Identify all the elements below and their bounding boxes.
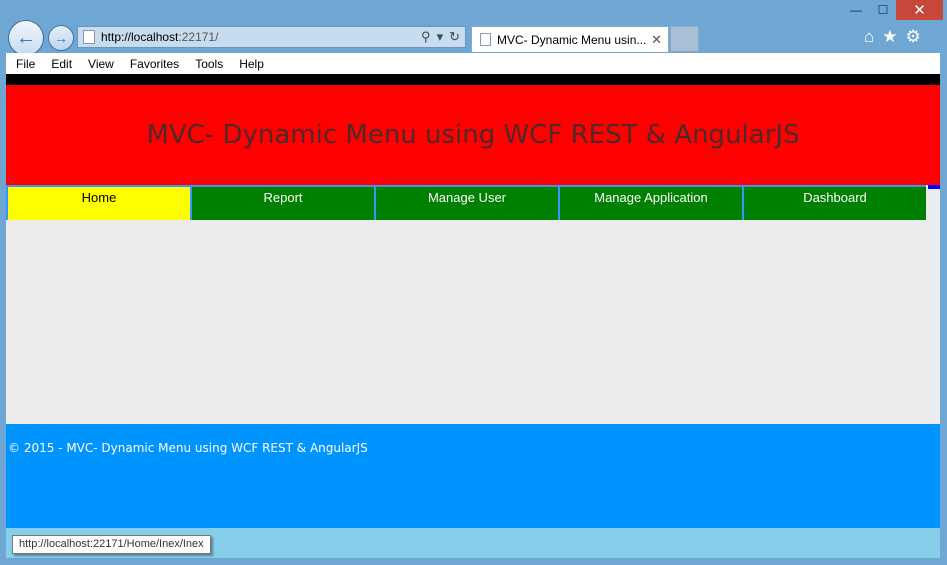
menu-bar: File Edit View Favorites Tools Help xyxy=(6,53,940,74)
new-tab-button[interactable] xyxy=(670,26,699,52)
browser-tab[interactable]: MVC- Dynamic Menu usin... ✕ xyxy=(471,26,669,52)
footer-text: © 2015 - MVC- Dynamic Menu using WCF RES… xyxy=(8,441,368,455)
browser-chrome: — ☐ ✕ ← → http://localhost:22171/ ⚲ ▾ ↻ … xyxy=(0,0,947,56)
back-arrow-icon: ← xyxy=(16,26,36,49)
status-bar: http://localhost:22171/Home/Inex/Inex xyxy=(6,528,940,558)
nav-item-dashboard[interactable]: Dashboard xyxy=(742,185,926,220)
url-path: :22171/ xyxy=(178,30,219,44)
menu-edit[interactable]: Edit xyxy=(43,57,80,71)
favorites-star-icon[interactable]: ★ xyxy=(882,27,897,47)
tab-page-icon xyxy=(480,33,491,46)
settings-gear-icon[interactable]: ⚙ xyxy=(906,27,921,47)
site-footer: © 2015 - MVC- Dynamic Menu using WCF RES… xyxy=(6,424,940,528)
home-icon[interactable]: ⌂ xyxy=(864,27,874,47)
menu-help[interactable]: Help xyxy=(231,57,272,71)
menu-favorites[interactable]: Favorites xyxy=(122,57,187,71)
page-icon xyxy=(83,30,95,44)
main-nav: Home Report Manage User Manage Applicati… xyxy=(6,185,940,220)
nav-item-manage-application[interactable]: Manage Application xyxy=(558,185,742,220)
top-black-bar xyxy=(6,74,940,85)
maximize-button[interactable]: ☐ xyxy=(870,0,896,20)
site-header: MVC- Dynamic Menu using WCF REST & Angul… xyxy=(6,85,940,185)
nav-item-home[interactable]: Home xyxy=(6,185,190,220)
menu-tools[interactable]: Tools xyxy=(187,57,231,71)
nav-item-report[interactable]: Report xyxy=(190,185,374,220)
nav-edge-strip xyxy=(928,185,940,189)
forward-arrow-icon: → xyxy=(54,30,68,46)
tab-title: MVC- Dynamic Menu usin... xyxy=(497,32,647,47)
page-viewport: MVC- Dynamic Menu using WCF REST & Angul… xyxy=(6,74,940,558)
close-window-button[interactable]: ✕ xyxy=(896,0,943,20)
minimize-button[interactable]: — xyxy=(842,0,870,20)
menu-file[interactable]: File xyxy=(6,57,43,71)
address-bar[interactable]: http://localhost:22171/ ⚲ ▾ ↻ xyxy=(77,26,466,48)
tab-close-icon[interactable]: ✕ xyxy=(651,32,662,48)
search-icon[interactable]: ⚲ xyxy=(421,29,431,45)
site-title: MVC- Dynamic Menu using WCF REST & Angul… xyxy=(146,120,800,150)
back-button[interactable]: ← xyxy=(8,20,44,56)
nav-item-manage-user[interactable]: Manage User xyxy=(374,185,558,220)
url-host: http://localhost xyxy=(101,30,179,44)
status-url-tooltip: http://localhost:22171/Home/Inex/Inex xyxy=(12,535,211,554)
menu-view[interactable]: View xyxy=(80,57,122,71)
forward-button[interactable]: → xyxy=(48,25,74,51)
refresh-icon[interactable]: ↻ xyxy=(449,29,460,45)
dropdown-icon[interactable]: ▾ xyxy=(437,29,444,45)
